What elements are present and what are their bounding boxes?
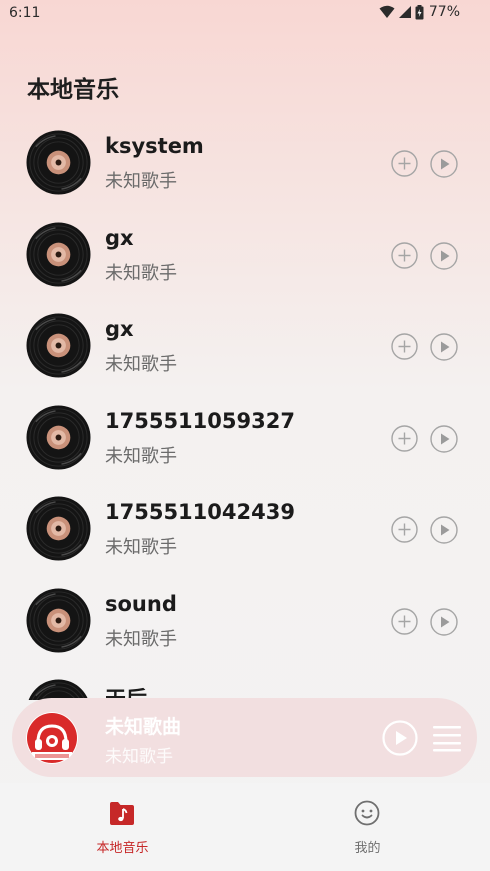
vinyl-disc-icon bbox=[26, 679, 91, 700]
add-to-playlist-button[interactable] bbox=[391, 150, 418, 177]
now-playing-cover bbox=[26, 712, 78, 764]
vinyl-disc-icon bbox=[26, 221, 91, 287]
wifi-icon bbox=[379, 5, 395, 18]
playlist-icon[interactable] bbox=[432, 724, 462, 752]
song-artist: 未知歌手 bbox=[105, 171, 177, 192]
play-song-button[interactable] bbox=[430, 333, 458, 361]
song-title: sound bbox=[105, 591, 177, 616]
status-icons: 77% bbox=[379, 4, 460, 20]
add-to-playlist-button[interactable] bbox=[391, 424, 418, 452]
song-artist: 未知歌手 bbox=[105, 445, 177, 467]
song-list[interactable]: ksystem 未知歌手 gx 未知歌手 gx 未知歌手 1755511059327 未知歌手… bbox=[0, 120, 490, 700]
song-list-item[interactable]: sound 未知歌手 bbox=[0, 578, 490, 669]
add-to-playlist-button[interactable] bbox=[391, 516, 418, 543]
song-artist: 未知歌手 bbox=[105, 628, 177, 650]
song-list-item[interactable]: 1755511042439 未知歌手 bbox=[0, 486, 490, 577]
bottom-tab-bar: 本地音乐 我的 bbox=[0, 783, 490, 871]
add-to-playlist-button[interactable] bbox=[391, 241, 418, 269]
song-list-item[interactable]: 1755511059327 未知歌手 bbox=[0, 395, 490, 486]
vinyl-disc-icon bbox=[26, 313, 91, 378]
tab-mine[interactable]: 我的 bbox=[245, 783, 490, 871]
music-folder-icon bbox=[110, 802, 134, 825]
song-title: gx bbox=[105, 225, 134, 250]
vinyl-disc-icon bbox=[26, 587, 91, 653]
song-list-item[interactable]: ksystem 未知歌手 bbox=[0, 120, 490, 211]
add-to-playlist-button[interactable] bbox=[391, 607, 418, 635]
song-artist: 未知歌手 bbox=[105, 537, 177, 558]
mini-player[interactable]: 未知歌曲 未知歌手 bbox=[12, 698, 477, 777]
page-title: 本地音乐 bbox=[27, 77, 119, 103]
tab-local-music[interactable]: 本地音乐 bbox=[0, 783, 245, 871]
now-playing-title: 未知歌曲 bbox=[105, 716, 182, 738]
smiley-icon bbox=[354, 800, 380, 826]
play-song-button[interactable] bbox=[430, 607, 458, 636]
song-title: 1755511042439 bbox=[105, 500, 295, 524]
status-bar: 6:11 77% bbox=[0, 0, 490, 28]
vinyl-disc-icon bbox=[26, 496, 91, 561]
vinyl-disc-icon bbox=[26, 130, 91, 195]
song-title: ksystem bbox=[105, 134, 204, 158]
play-song-button[interactable] bbox=[430, 424, 458, 453]
play-song-button[interactable] bbox=[430, 241, 458, 270]
play-song-button[interactable] bbox=[430, 150, 458, 178]
song-title: 1755511059327 bbox=[105, 408, 295, 433]
add-to-playlist-button[interactable] bbox=[391, 333, 418, 360]
song-list-item[interactable]: 天后 bbox=[0, 669, 490, 700]
vinyl-disc-icon bbox=[26, 404, 91, 470]
song-artist: 未知歌手 bbox=[105, 262, 177, 284]
song-list-item[interactable]: gx 未知歌手 bbox=[0, 303, 490, 394]
now-playing-artist: 未知歌手 bbox=[105, 747, 173, 767]
song-title: gx bbox=[105, 317, 134, 341]
signal-icon bbox=[398, 6, 411, 18]
play-song-button[interactable] bbox=[430, 516, 458, 544]
song-list-item[interactable]: gx 未知歌手 bbox=[0, 212, 490, 303]
status-time: 6:11 bbox=[9, 5, 41, 21]
tab-local-music-label: 本地音乐 bbox=[96, 841, 149, 856]
tab-mine-label: 我的 bbox=[354, 841, 381, 856]
mini-player-play-button[interactable] bbox=[382, 720, 418, 756]
battery-icon bbox=[415, 4, 424, 19]
song-artist: 未知歌手 bbox=[105, 354, 177, 375]
battery-percentage: 77% bbox=[428, 4, 460, 20]
